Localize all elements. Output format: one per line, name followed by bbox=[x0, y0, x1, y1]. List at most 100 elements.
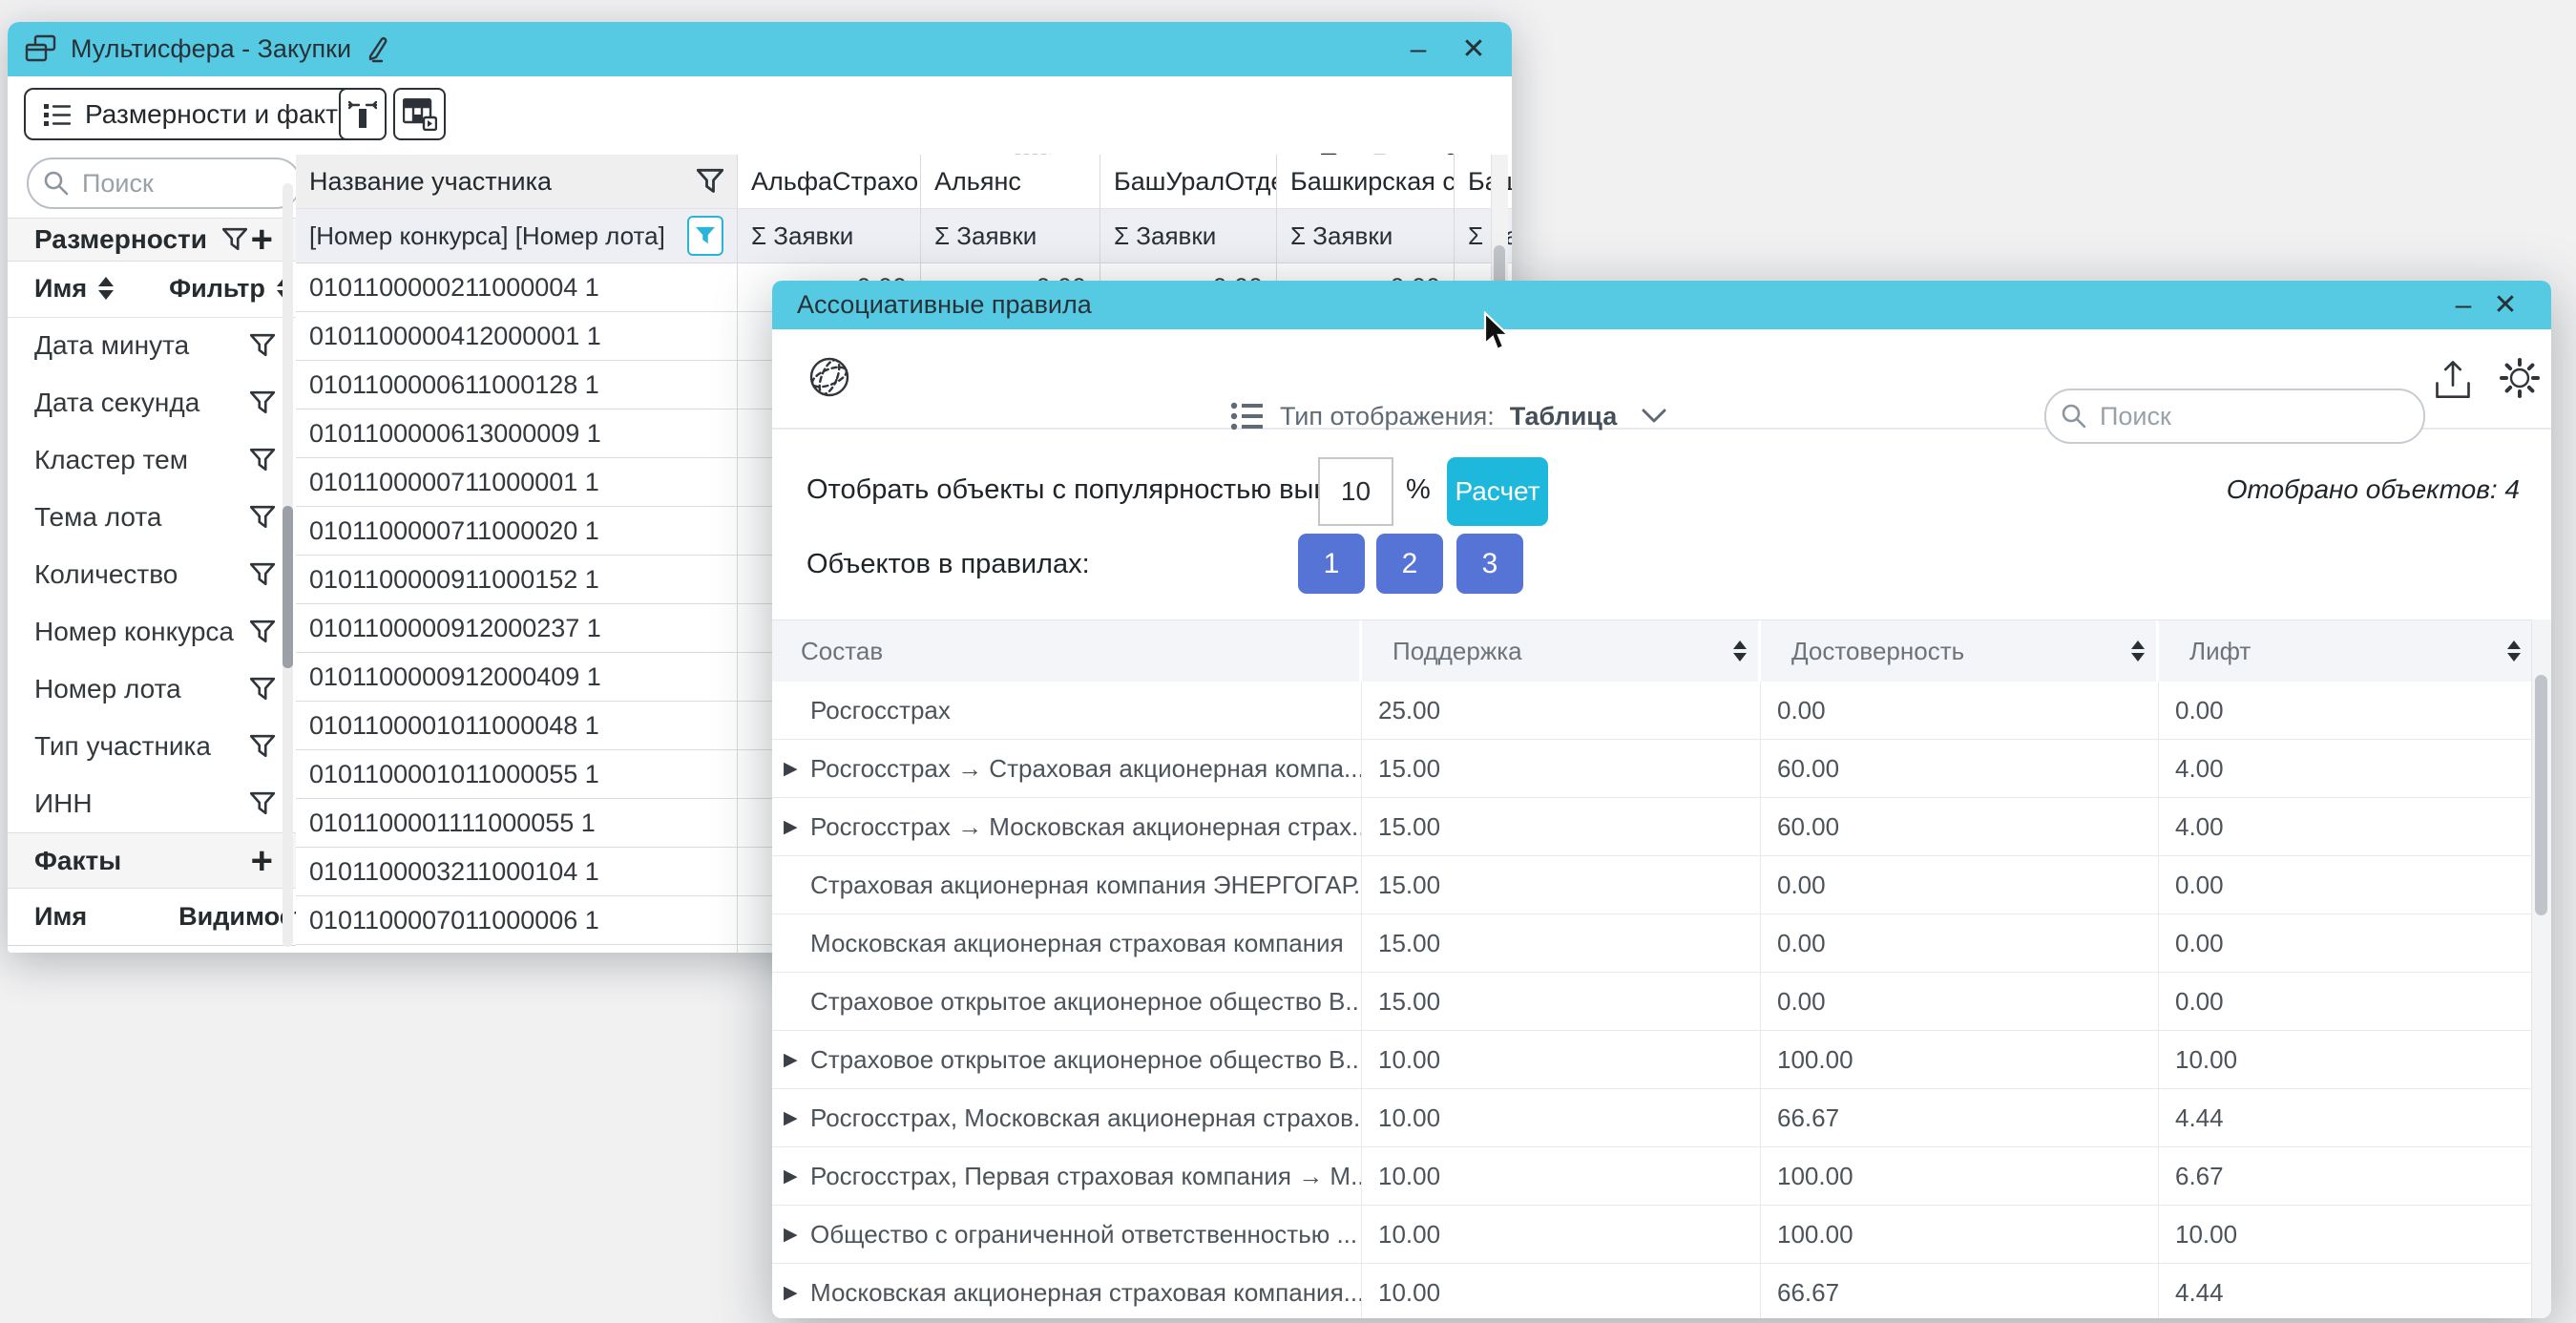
display-type-value: Таблица bbox=[1510, 402, 1618, 431]
row-header-cell[interactable]: Название участника bbox=[296, 155, 737, 208]
rule-row[interactable]: Страховая акционерная компания ЭНЕРГОГАР… bbox=[772, 856, 2551, 914]
dimensions-filter-icon[interactable] bbox=[222, 227, 247, 252]
filter-icon bbox=[250, 505, 275, 530]
expand-icon[interactable]: ▶ bbox=[784, 1049, 798, 1071]
measure-cell: Σ Заявки bbox=[1100, 209, 1276, 262]
app-window-icon bbox=[25, 34, 57, 65]
sidebar-item-dimension[interactable]: ИНН bbox=[8, 775, 296, 832]
filter-icon bbox=[250, 390, 275, 415]
rule-row[interactable]: ▶Страховое открытое акционерное общество… bbox=[772, 1031, 2551, 1089]
facts-section-header: Факты + bbox=[8, 832, 296, 889]
main-titlebar[interactable]: Мультисфера - Закупки – ✕ bbox=[8, 22, 1512, 76]
rule-row[interactable]: ▶Росгосстрах, Московская акционерная стр… bbox=[772, 1089, 2551, 1147]
rule-row[interactable]: ▶Росгосстрах, Первая страховая компания … bbox=[772, 1147, 2551, 1206]
chevron-down-icon bbox=[1642, 409, 1666, 424]
sidebar-scrollbar-thumb[interactable] bbox=[283, 506, 293, 668]
header-confidence[interactable]: Достоверность bbox=[1761, 620, 2159, 682]
measure-cell: Σ Заявки bbox=[1276, 209, 1454, 262]
rule-row[interactable]: Росгосстрах 25.00 0.00 0.00 bbox=[772, 682, 2551, 740]
column-header[interactable]: Альянс bbox=[920, 155, 1100, 208]
facts-col-name: Имя bbox=[34, 902, 87, 932]
sidebar-item-dimension[interactable]: Номер лота bbox=[8, 661, 296, 718]
sidebar-item-dimension[interactable]: Тема лота bbox=[8, 489, 296, 546]
list-icon bbox=[1230, 400, 1265, 432]
header-support[interactable]: Поддержка bbox=[1362, 620, 1761, 682]
column-width-button[interactable] bbox=[339, 88, 387, 140]
sidebar-item-dimension[interactable]: Тип участника bbox=[8, 718, 296, 775]
sidebar-item-dimension[interactable]: Количество bbox=[8, 546, 296, 603]
sidebar-item-dimension[interactable]: Дата секунда bbox=[8, 374, 296, 431]
popularity-threshold-input[interactable] bbox=[1318, 457, 1393, 526]
header-composition[interactable]: Состав bbox=[772, 620, 1362, 682]
expand-icon[interactable]: ▶ bbox=[784, 1282, 798, 1304]
dialog-scrollbar[interactable] bbox=[2531, 620, 2551, 1318]
dimensions-header-label: Размерности bbox=[34, 224, 207, 255]
sidebar-search-input[interactable] bbox=[80, 168, 284, 200]
screen: Мультисфера - Закупки – ✕ Размерности и … bbox=[0, 0, 2576, 1323]
column-header[interactable]: Башкирская ст bbox=[1276, 155, 1454, 208]
list-icon bbox=[43, 101, 72, 128]
sidebar-item-dimension[interactable]: Кластер тем bbox=[8, 431, 296, 489]
grid-header-row: Название участника АльфаСтрахова Альянс … bbox=[296, 155, 1512, 209]
rule-row[interactable]: ▶Московская акционерная страховая компан… bbox=[772, 1264, 2551, 1318]
rule-row[interactable]: ▶Общество с ограниченной ответственность… bbox=[772, 1206, 2551, 1264]
close-button[interactable]: ✕ bbox=[1453, 35, 1495, 64]
main-toolbar: Размерности и факты bbox=[8, 76, 1512, 155]
filter-icon bbox=[250, 448, 275, 472]
rule-size-1-button[interactable]: 1 bbox=[1298, 534, 1365, 594]
dialog-scrollbar-thumb[interactable] bbox=[2535, 675, 2547, 915]
sort-by-name[interactable]: Имя bbox=[34, 274, 87, 304]
rule-row[interactable]: Страховое открытое акционерное общество … bbox=[772, 973, 2551, 1031]
gear-icon[interactable] bbox=[2498, 356, 2542, 400]
display-type-label: Тип отображения: bbox=[1280, 402, 1495, 431]
percent-sign: % bbox=[1406, 474, 1431, 506]
sphere-icon[interactable] bbox=[806, 354, 852, 400]
search-icon bbox=[2062, 404, 2086, 429]
column-header[interactable]: АльфаСтрахова bbox=[737, 155, 920, 208]
active-filter-icon[interactable] bbox=[687, 216, 723, 256]
sidebar-item-dimension[interactable]: Дата минута bbox=[8, 317, 296, 374]
sort-arrows-icon[interactable] bbox=[98, 277, 114, 300]
search-icon bbox=[44, 171, 69, 196]
expand-icon[interactable]: ▶ bbox=[784, 816, 798, 838]
edit-title-icon[interactable] bbox=[365, 35, 391, 64]
dimensions-section-header: Размерности + bbox=[8, 218, 296, 262]
dialog-toolbar: Тип отображения: Таблица bbox=[772, 329, 2551, 430]
display-type-selector[interactable]: Тип отображения: Таблица bbox=[1230, 400, 1666, 432]
popularity-filter-label: Отобрать объекты с популярностью выше bbox=[806, 474, 1351, 506]
dialog-search[interactable] bbox=[2044, 388, 2425, 444]
dialog-close-button[interactable]: ✕ bbox=[2484, 291, 2526, 320]
expand-icon[interactable]: ▶ bbox=[784, 1107, 798, 1129]
add-dimension-button[interactable]: + bbox=[251, 225, 273, 254]
rule-row[interactable]: Московская акционерная страховая компани… bbox=[772, 914, 2551, 973]
minimize-button[interactable]: – bbox=[1397, 35, 1439, 64]
sidebar-scrollbar[interactable] bbox=[283, 183, 293, 947]
dialog-minimize-button[interactable]: – bbox=[2442, 291, 2484, 320]
association-rules-dialog: Ассоциативные правила – ✕ Тип отображени… bbox=[772, 281, 2551, 1318]
rule-size-2-button[interactable]: 2 bbox=[1376, 534, 1443, 594]
dimensions-facts-button[interactable]: Размерности и факты bbox=[24, 88, 376, 140]
dialog-titlebar[interactable]: Ассоциативные правила – ✕ bbox=[772, 281, 2551, 329]
sort-arrows-icon[interactable] bbox=[2507, 640, 2521, 662]
header-lift[interactable]: Лифт bbox=[2159, 620, 2551, 682]
facts-header-label: Факты bbox=[34, 846, 121, 876]
sort-arrows-icon[interactable] bbox=[1733, 640, 1747, 662]
export-icon[interactable] bbox=[2433, 358, 2473, 400]
rule-row[interactable]: ▶Росгосстрах → Московская акционерная ст… bbox=[772, 798, 2551, 856]
rule-size-3-button[interactable]: 3 bbox=[1456, 534, 1523, 594]
expand-icon[interactable]: ▶ bbox=[784, 758, 798, 780]
calculate-button[interactable]: Расчет bbox=[1447, 457, 1548, 526]
sort-by-filter[interactable]: Фильтр bbox=[169, 274, 265, 304]
sidebar-search[interactable] bbox=[27, 158, 302, 209]
column-header[interactable]: БашУралОтдел bbox=[1100, 155, 1276, 208]
add-fact-button[interactable]: + bbox=[251, 847, 273, 875]
sort-arrows-icon[interactable] bbox=[2131, 640, 2145, 662]
row-subheader-cell[interactable]: [Номер конкурса] [Номер лота] bbox=[296, 209, 737, 262]
expand-icon[interactable]: ▶ bbox=[784, 1166, 798, 1187]
rule-row[interactable]: ▶Росгосстрах → Страховая акционерная ком… bbox=[772, 740, 2551, 798]
sidebar-item-dimension[interactable]: Номер конкурса bbox=[8, 603, 296, 661]
table-expand-button[interactable] bbox=[393, 88, 446, 140]
dialog-search-input[interactable] bbox=[2098, 401, 2408, 432]
filter-icon[interactable] bbox=[697, 168, 723, 195]
expand-icon[interactable]: ▶ bbox=[784, 1224, 798, 1246]
